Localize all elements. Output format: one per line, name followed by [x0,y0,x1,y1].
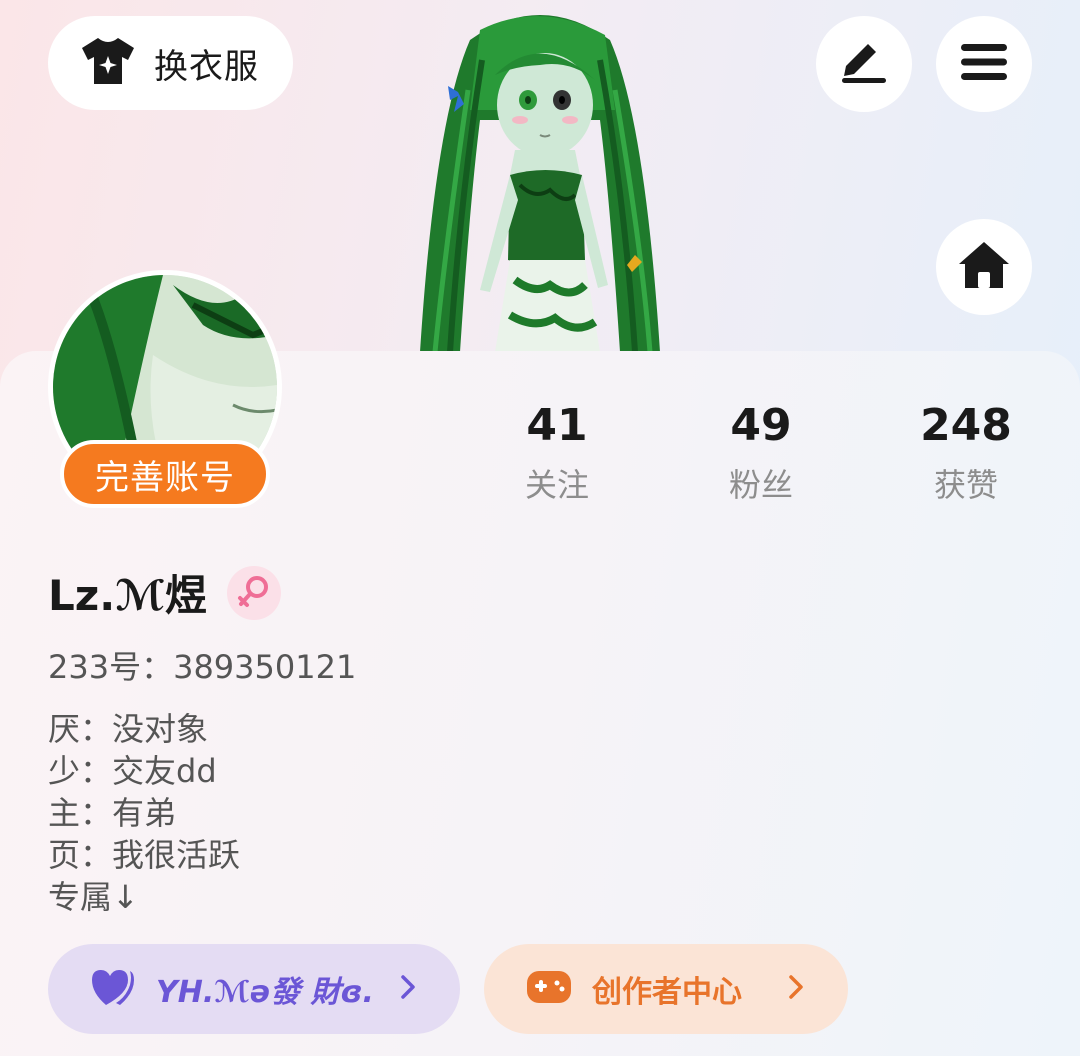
likes-count: 248 [920,400,1012,451]
gamepad-icon [526,969,572,1009]
menu-button[interactable] [936,16,1032,112]
group-label: YH.ℳə發 財ɞ. [156,975,374,1010]
name-row: Lz.ℳ煜 [48,562,281,623]
bio-line: 主：有弟 [48,794,177,832]
stat-fans[interactable]: 49 粉丝 [661,398,861,506]
fans-count: 49 [730,400,792,451]
menu-icon [961,44,1007,84]
stat-likes[interactable]: 248 获赞 [866,398,1066,506]
bio-line: 厌：没对象 [48,710,209,748]
avatar-character-illustration[interactable] [410,0,672,353]
creator-center-button[interactable]: 创作者中心 [484,944,848,1034]
following-label: 关注 [524,466,589,504]
bio-line: 专属↓ [48,878,139,916]
edit-icon [840,40,888,88]
creator-center-label: 创作者中心 [592,975,742,1010]
heart-icon [90,967,136,1011]
change-outfit-label: 换衣服 [154,46,259,87]
username: Lz.ℳ煜 [48,571,207,620]
change-outfit-button[interactable]: 换衣服 [48,16,293,110]
edit-profile-button[interactable] [816,16,912,112]
chevron-right-icon [788,974,804,1004]
home-icon [957,240,1011,294]
chevron-right-icon [400,974,416,1004]
bio: 厌：没对象 少：交友dd 主：有弟 页：我很活跃 专属↓ [48,708,240,918]
stat-following[interactable]: 41 关注 [457,398,657,506]
fans-label: 粉丝 [728,466,793,504]
female-icon [226,565,281,620]
tshirt-icon [80,36,136,90]
home-button[interactable] [936,219,1032,315]
group-button[interactable]: YH.ℳə發 財ɞ. [48,944,460,1034]
user-id[interactable]: 233号：389350121 [48,642,356,688]
bio-line: 页：我很活跃 [48,836,241,874]
likes-label: 获赞 [933,466,998,504]
following-count: 41 [526,400,588,451]
complete-account-badge[interactable]: 完善账号 [60,440,270,508]
bio-line: 少：交友dd [48,752,217,790]
